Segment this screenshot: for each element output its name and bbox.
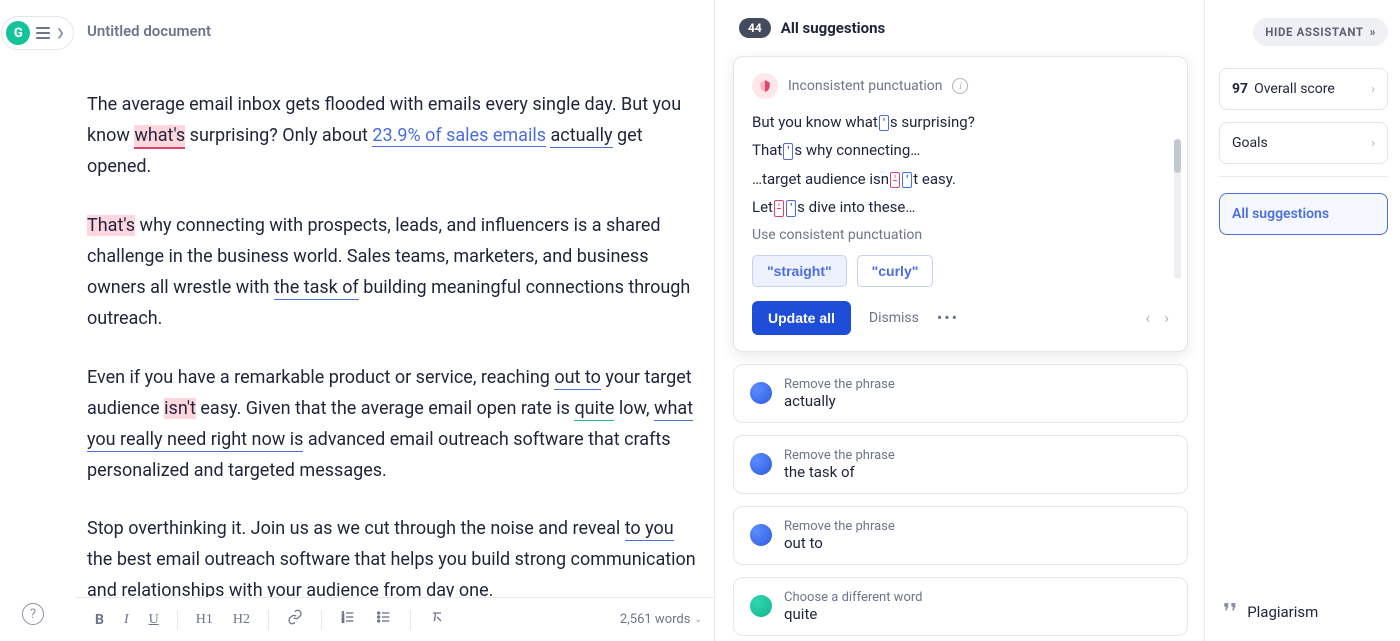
card-label: Inconsistent punctuation [788,78,942,94]
underline-button[interactable]: U [141,608,167,632]
suggestion-card[interactable]: Remove the phrase the task of [733,435,1188,494]
scrollbar-thumb[interactable] [1174,139,1181,173]
hide-assistant-button[interactable]: HIDE ASSISTANT » [1253,18,1388,46]
card-label: Remove the phrase [784,377,895,392]
score-number: 97 [1232,81,1254,97]
separator [410,610,411,630]
all-suggestions-label: All suggestions [1232,206,1329,222]
paragraph[interactable]: Even if you have a remarkable product or… [87,363,702,487]
separator [1219,176,1388,177]
goals-card[interactable]: Goals › [1219,122,1388,164]
goals-label: Goals [1232,135,1268,151]
engagement-icon [750,595,772,617]
clarity-icon [750,524,772,546]
suggestions-title: All suggestions [781,19,885,37]
word-count-label: 2,561 words [620,612,691,627]
paragraph[interactable]: That's why connecting with prospects, le… [87,211,702,335]
suggestion-card[interactable]: Remove the phrase actually [733,364,1188,423]
snippet: …target audience isn''t easy. [752,170,1169,188]
flagged-phrase[interactable]: to you [625,518,674,541]
hide-assistant-label: HIDE ASSISTANT [1265,25,1363,39]
paragraph[interactable]: The average email inbox gets flooded wit… [87,90,702,183]
flagged-word[interactable]: actually [550,125,612,148]
suggestion-card[interactable]: Remove the phrase out to [733,506,1188,565]
suggestion-card-expanded[interactable]: Inconsistent punctuation i But you know … [733,56,1188,352]
h2-button[interactable]: H2 [225,608,258,632]
snippet: But you know what's surprising? [752,113,1169,131]
menu-icon [34,27,52,39]
shield-icon [752,73,778,99]
card-label: Remove the phrase [784,519,895,534]
snippet: That's why connecting… [752,141,1169,159]
separator [177,610,178,630]
text: surprising? Only about [185,125,372,146]
link-button[interactable] [279,605,311,634]
editor-body[interactable]: The average email inbox gets flooded wit… [75,40,714,597]
clarity-icon [750,382,772,404]
chevron-right-icon: › [1371,136,1375,151]
dismiss-button[interactable]: Dismiss [869,310,919,326]
text: Even if you have a remarkable product or… [87,367,554,388]
all-suggestions-tab[interactable]: All suggestions [1219,193,1388,235]
separator [268,610,269,630]
italic-button[interactable]: I [116,608,137,632]
chevrons-right-icon: » [1370,25,1376,39]
paragraph[interactable]: Stop overthinking it. Join us as we cut … [87,514,702,597]
flagged-word[interactable]: isn't [164,398,196,419]
option-curly-button[interactable]: "curly" [857,255,934,287]
snippet: Let''s dive into these… [752,198,1169,216]
svg-text:3: 3 [342,618,344,623]
hint-text: Use consistent punctuation [752,227,1169,243]
card-value: the task of [784,463,895,481]
clarity-icon [750,453,772,475]
grammarly-logo-icon: G [6,21,30,45]
flagged-phrase[interactable]: out to [554,367,601,390]
suggestion-count-badge: 44 [739,18,771,38]
card-label: Remove the phrase [784,448,895,463]
bold-button[interactable]: B [87,608,112,632]
text: Stop overthinking it. Join us as we cut … [87,518,625,539]
flagged-word[interactable]: quite [574,398,614,421]
chevron-right-icon: › [1371,82,1375,97]
chevron-down-icon: ⌄ [694,615,702,625]
flagged-phrase[interactable]: the task of [274,277,359,300]
next-suggestion-button[interactable]: › [1164,308,1169,327]
bullet-list-button[interactable] [368,605,400,634]
card-label: Choose a different word [784,590,922,605]
suggestion-card[interactable]: Choose a different word quite [733,577,1188,636]
update-all-button[interactable]: Update all [752,301,851,335]
word-count[interactable]: 2,561 words ⌄ [620,612,702,627]
card-value: actually [784,392,895,410]
plagiarism-label: Plagiarism [1247,603,1318,621]
prev-suggestion-button[interactable]: ‹ [1145,308,1150,327]
text: easy. Given that the average email open … [196,398,575,419]
flagged-word[interactable]: That's [87,215,135,236]
option-straight-button[interactable]: "straight" [752,255,847,287]
suggestions-header: 44 All suggestions [733,18,1188,38]
quote-icon: ❜❜ [1223,601,1237,623]
card-value: out to [784,534,895,552]
info-icon[interactable]: i [952,78,968,94]
chevron-right-icon: ❯ [56,28,64,39]
plagiarism-button[interactable]: ❜❜ Plagiarism [1223,601,1318,623]
numbered-list-button[interactable]: 123 [332,605,364,634]
separator [321,610,322,630]
help-icon[interactable]: ? [22,603,44,625]
overall-score-card[interactable]: 97Overall score › [1219,68,1388,110]
flagged-word[interactable]: what's [134,125,185,149]
link[interactable]: 23.9% of sales emails [372,125,546,147]
format-toolbar: B I U H1 H2 123 2,561 words ⌄ [75,597,714,641]
h1-button[interactable]: H1 [188,608,221,632]
more-options-icon[interactable]: ••• [937,308,959,327]
score-label: Overall score [1254,81,1335,97]
text: low, [614,398,654,419]
text: the best email outreach software that he… [87,549,696,597]
document-title[interactable]: Untitled document [75,0,714,40]
clear-format-button[interactable] [421,605,453,634]
card-value: quite [784,605,922,623]
app-menu-pill[interactable]: G ❯ [1,16,73,50]
